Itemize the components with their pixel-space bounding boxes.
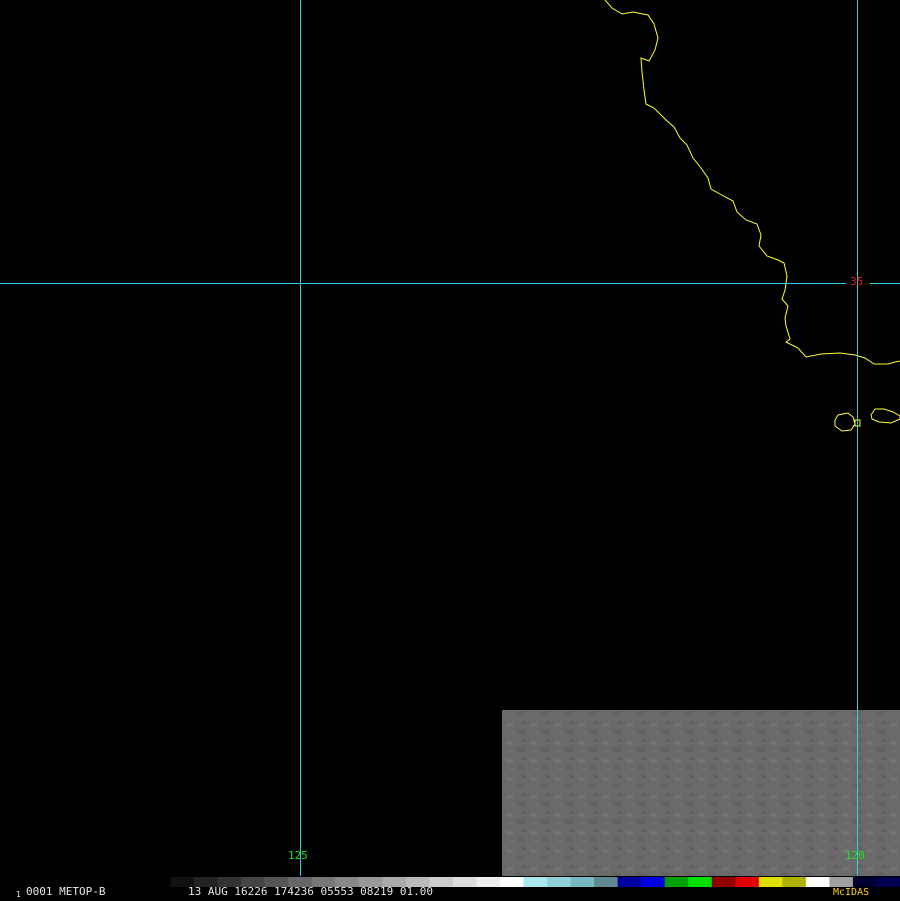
frame-number: 0001 xyxy=(26,885,53,898)
color-scale-segment xyxy=(829,877,854,887)
color-scale-segment xyxy=(547,877,572,887)
color-scale-segment xyxy=(852,877,877,887)
color-scale-segment xyxy=(711,877,736,887)
color-scale-segment xyxy=(570,877,595,887)
longitude-label-125: 125 xyxy=(288,849,308,862)
color-scale-segment xyxy=(499,877,524,887)
frame-and-satellite: 0001 METOP-B xyxy=(26,886,105,898)
frame-prefix: 1 xyxy=(16,890,21,899)
satellite-imagery xyxy=(502,710,900,876)
longitude-label-120: 120 xyxy=(845,849,865,862)
color-scale-segment xyxy=(735,877,760,887)
color-scale-segment xyxy=(688,877,713,887)
color-scale-segment xyxy=(641,877,666,887)
color-scale-segment xyxy=(147,877,172,887)
color-scale-segment xyxy=(617,877,642,887)
datetime-line: 13 AUG 16226 174236 05553 08219 01.00 xyxy=(188,885,434,898)
satellite-name: METOP-B xyxy=(59,885,106,898)
latitude-label-35: 35 xyxy=(850,275,864,288)
color-scale-segment xyxy=(594,877,619,887)
satellite-map xyxy=(0,0,900,900)
mcidas-brand: McIDAS xyxy=(833,887,870,898)
color-scale-segment xyxy=(876,877,900,887)
color-scale-segment xyxy=(664,877,689,887)
color-scale-segment xyxy=(476,877,501,887)
color-scale-segment xyxy=(758,877,783,887)
color-scale-segment xyxy=(523,877,548,887)
color-scale-segment xyxy=(805,877,830,887)
color-scale-segment xyxy=(782,877,807,887)
color-scale-segment xyxy=(452,877,477,887)
